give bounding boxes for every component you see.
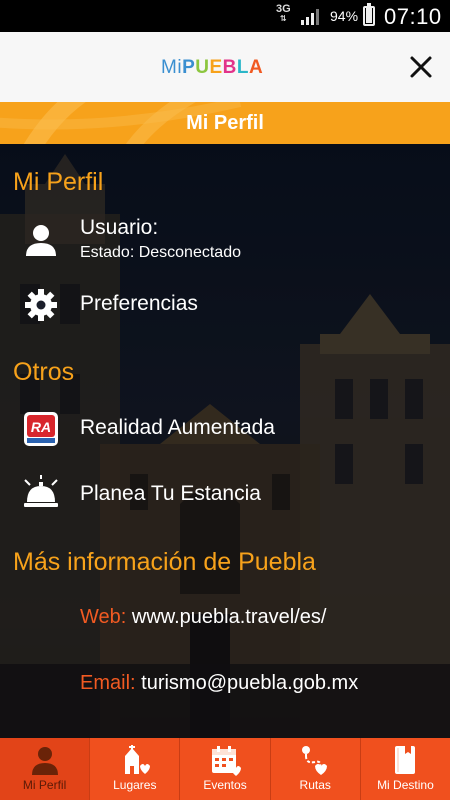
web-line: Web: www.puebla.travel/es/	[80, 606, 326, 629]
route-icon	[302, 746, 328, 775]
calendar-icon	[212, 746, 241, 776]
tab-label: Rutas	[299, 778, 331, 792]
logo-letter: A	[249, 57, 264, 78]
user-label: Usuario:	[80, 216, 159, 239]
tab-mi-perfil[interactable]: Mi Perfil	[0, 738, 91, 800]
web-link[interactable]: www.puebla.travel/es/	[132, 606, 327, 628]
page-title: Mi Perfil	[186, 112, 264, 134]
plan-stay-label: Planea Tu Estancia	[80, 482, 261, 505]
logo-letter: U	[195, 57, 210, 78]
tab-label: Mi Perfil	[22, 778, 67, 792]
ar-badge-text: RA	[31, 419, 51, 435]
logo-puebla-text: PUEBLA	[182, 57, 263, 78]
tab-eventos[interactable]: Eventos	[180, 738, 271, 800]
preferences-row[interactable]: Preferencias	[0, 282, 450, 332]
email-line: Email: turismo@puebla.gob.mx	[80, 672, 358, 695]
plan-stay-row[interactable]: Planea Tu Estancia	[0, 470, 450, 520]
user-icon	[26, 225, 56, 256]
battery-percent: 94%	[330, 8, 359, 24]
book-icon	[395, 746, 416, 774]
logo-letter: L	[236, 57, 250, 78]
tab-lugares[interactable]: Lugares	[90, 738, 181, 800]
more-info-section-title: Más información de Puebla	[13, 548, 316, 576]
preferences-label: Preferencias	[80, 292, 198, 315]
app-header: MiPUEBLA	[0, 32, 450, 102]
logo-letter: P	[182, 57, 196, 78]
tab-label: Lugares	[113, 778, 157, 792]
church-icon	[124, 745, 150, 774]
profile-section-title: Mi Perfil	[13, 168, 104, 196]
gear-icon	[25, 289, 57, 321]
augmented-reality-row[interactable]: RA Realidad Aumentada	[0, 406, 450, 456]
email-key: Email:	[80, 672, 136, 694]
tab-label: Mi Destino	[377, 778, 434, 792]
user-row[interactable]: Usuario: Estado: Desconectado	[0, 214, 450, 264]
ar-label: Realidad Aumentada	[80, 416, 275, 439]
profile-content: Mi Perfil Usuario: Estado: Desconectado …	[0, 144, 450, 738]
web-key: Web:	[80, 606, 127, 628]
logo-letter: B	[222, 57, 237, 78]
mipuebla-logo: MiPUEBLA	[161, 57, 264, 78]
clock: 07:10	[384, 4, 442, 29]
bottom-nav: Mi Perfil Lugares Eventos Rutas Mi Desti…	[0, 738, 450, 800]
email-link[interactable]: turismo@puebla.gob.mx	[141, 672, 358, 694]
person-icon	[31, 747, 58, 775]
service-bell-icon	[24, 475, 58, 507]
close-icon[interactable]	[402, 48, 440, 86]
others-section-title: Otros	[13, 358, 75, 386]
signal-icon	[301, 9, 319, 25]
network-indicator: 3G ⇅	[276, 3, 291, 24]
tab-label: Eventos	[203, 778, 247, 792]
status-bar: 3G ⇅ 94% 07:10	[0, 0, 450, 32]
logo-letter: E	[209, 57, 223, 78]
tab-rutas[interactable]: Rutas	[271, 738, 361, 800]
ar-app-icon: RA	[24, 412, 58, 446]
login-status: Estado: Desconectado	[80, 244, 241, 261]
tab-mi-destino[interactable]: Mi Destino	[361, 738, 450, 800]
title-bar: Mi Perfil	[0, 102, 450, 144]
battery-icon	[363, 3, 375, 26]
